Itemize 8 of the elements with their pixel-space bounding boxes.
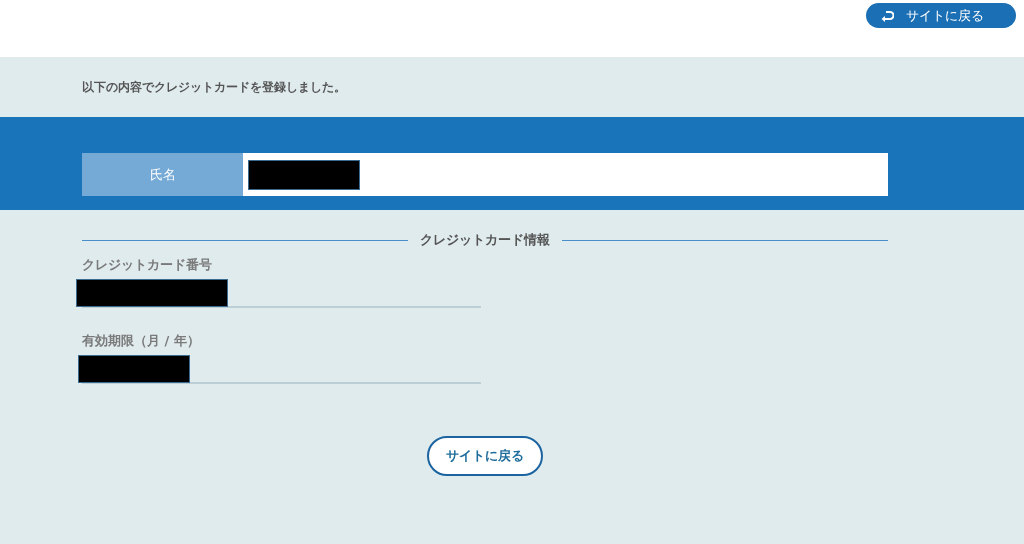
field-label: クレジットカード番号 — [82, 256, 213, 274]
return-arrow-icon — [880, 9, 894, 22]
back-to-site-button[interactable]: サイトに戻る — [427, 436, 543, 476]
section-title: クレジットカード情報 — [420, 231, 550, 249]
confirmation-message: 以下の内容でクレジットカードを登録しました。 — [81, 79, 347, 96]
name-label: 氏名 — [82, 153, 243, 196]
field-label: 有効期限（月 / 年） — [82, 332, 201, 350]
back-to-site-button[interactable]: サイトに戻る — [866, 3, 1016, 28]
